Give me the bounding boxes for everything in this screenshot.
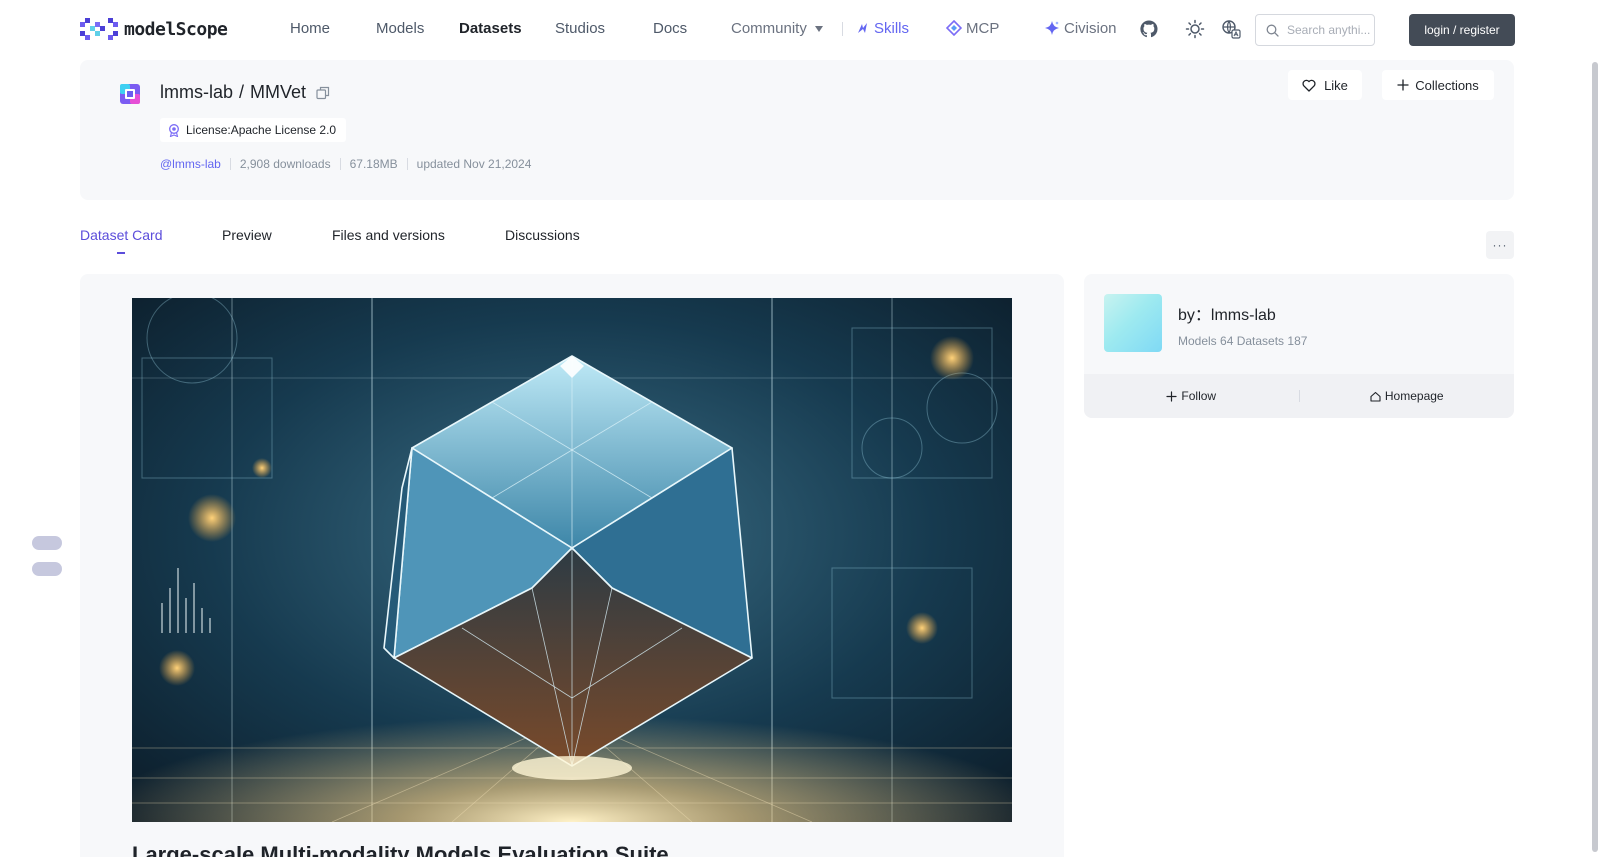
active-tab-indicator bbox=[117, 252, 125, 254]
nav-mcp-label: MCP bbox=[966, 20, 1000, 37]
collections-label: Collections bbox=[1415, 77, 1479, 93]
nav-skills[interactable]: Skills bbox=[856, 20, 909, 37]
owner-handle-link[interactable]: @lmms-lab bbox=[160, 157, 221, 171]
dataset-meta: @lmms-lab 2,908 downloads 67.18MB update… bbox=[160, 157, 531, 171]
owner-stats: Models 64 Datasets 187 bbox=[1178, 334, 1308, 348]
login-register-button[interactable]: login / register bbox=[1409, 14, 1515, 46]
chevron-down-icon bbox=[814, 26, 823, 33]
sparkle-icon bbox=[1045, 21, 1059, 35]
dataset-title: lmms-lab / MMVet bbox=[160, 82, 330, 103]
homepage-button[interactable]: Homepage bbox=[1300, 389, 1515, 403]
nav-models[interactable]: Models bbox=[376, 20, 424, 37]
hero-image bbox=[132, 298, 1012, 822]
modelscope-logo[interactable]: modelScope bbox=[80, 18, 228, 40]
like-button[interactable]: Like bbox=[1288, 70, 1362, 100]
dataset-name: MMVet bbox=[250, 82, 307, 102]
license-tag[interactable]: License:Apache License 2.0 bbox=[160, 118, 347, 142]
home-icon bbox=[1370, 391, 1381, 402]
scrollbar-thumb[interactable] bbox=[1592, 62, 1598, 852]
modelscope-logo-icon bbox=[80, 18, 118, 40]
license-badge-icon bbox=[169, 123, 179, 137]
plus-icon bbox=[1397, 79, 1409, 91]
meta-divider bbox=[406, 158, 408, 170]
search-input[interactable] bbox=[1287, 23, 1371, 37]
collections-button[interactable]: Collections bbox=[1382, 70, 1494, 100]
dataset-heading: Large-scale Multi-modality Models Evalua… bbox=[132, 842, 669, 857]
copy-icon[interactable] bbox=[316, 86, 330, 100]
license-label: License:Apache License 2.0 bbox=[186, 123, 337, 137]
tab-dataset-card[interactable]: Dataset Card bbox=[80, 227, 162, 243]
owner-card: by：lmms-lab Models 64 Datasets 187 Follo… bbox=[1084, 274, 1514, 418]
tab-files-and-versions[interactable]: Files and versions bbox=[332, 227, 445, 243]
dataset-card-content: Large-scale Multi-modality Models Evalua… bbox=[80, 274, 1064, 857]
search-box[interactable] bbox=[1255, 14, 1375, 46]
dataset-size: 67.18MB bbox=[349, 157, 398, 171]
like-label: Like bbox=[1324, 77, 1348, 93]
follow-label: Follow bbox=[1181, 389, 1217, 403]
mcp-icon bbox=[945, 19, 963, 37]
heart-icon bbox=[1302, 79, 1316, 92]
github-icon[interactable] bbox=[1139, 19, 1159, 39]
nav-datasets[interactable]: Datasets bbox=[459, 20, 522, 37]
tab-discussions[interactable]: Discussions bbox=[505, 227, 580, 243]
nav-community-label: Community bbox=[731, 20, 807, 37]
top-nav: modelScope Home Models Datasets Studios … bbox=[0, 0, 1600, 58]
nav-home[interactable]: Home bbox=[290, 20, 330, 37]
skills-icon bbox=[858, 23, 867, 33]
nav-docs[interactable]: Docs bbox=[653, 20, 687, 37]
dataset-owner-logo-icon bbox=[120, 84, 140, 104]
theme-sun-icon[interactable] bbox=[1185, 19, 1205, 39]
owner-name[interactable]: by：lmms-lab bbox=[1178, 301, 1276, 325]
dataset-header: lmms-lab / MMVet License:Apache License … bbox=[80, 60, 1514, 200]
nav-community[interactable]: Community bbox=[731, 20, 823, 37]
nav-civision[interactable]: Civision bbox=[1044, 20, 1117, 37]
search-icon bbox=[1266, 24, 1279, 37]
nav-studios[interactable]: Studios bbox=[555, 20, 605, 37]
meta-divider bbox=[229, 158, 231, 170]
tab-preview[interactable]: Preview bbox=[222, 227, 272, 243]
follow-button[interactable]: Follow bbox=[1084, 389, 1299, 403]
owner-avatar[interactable] bbox=[1104, 294, 1162, 352]
owner-actions: Follow Homepage bbox=[1084, 374, 1514, 418]
title-slash: / bbox=[239, 82, 245, 102]
nav-divider bbox=[842, 22, 843, 36]
meta-divider bbox=[339, 158, 341, 170]
plus-icon bbox=[1166, 390, 1178, 402]
updated-date: updated Nov 21,2024 bbox=[416, 157, 532, 171]
floating-pill-top[interactable] bbox=[32, 536, 62, 550]
nav-skills-label: Skills bbox=[874, 20, 910, 37]
dataset-owner[interactable]: lmms-lab bbox=[160, 82, 233, 103]
floating-pill-bottom[interactable] bbox=[32, 562, 62, 576]
homepage-label: Homepage bbox=[1384, 389, 1444, 403]
nav-civision-label: Civision bbox=[1064, 20, 1117, 37]
language-icon[interactable] bbox=[1221, 19, 1241, 39]
nav-mcp[interactable]: MCP bbox=[945, 19, 1000, 37]
more-options-button[interactable]: ··· bbox=[1486, 231, 1514, 259]
download-count: 2,908 downloads bbox=[239, 157, 331, 171]
logo-text: modelScope bbox=[124, 18, 228, 40]
